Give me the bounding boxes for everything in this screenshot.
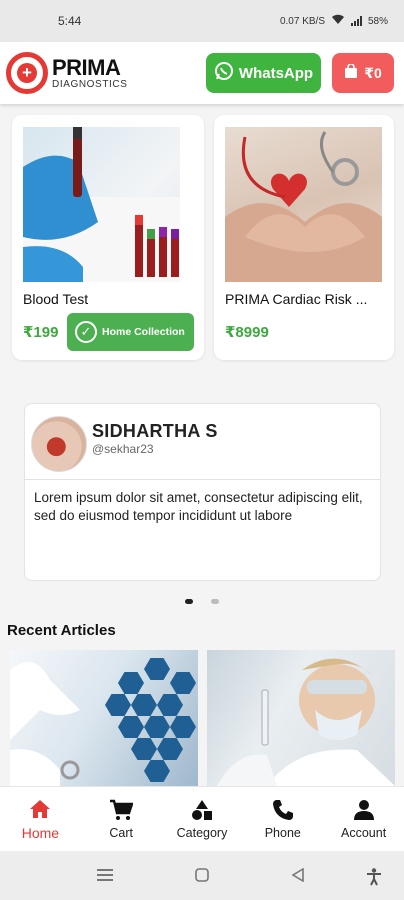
article-card[interactable] <box>10 650 198 786</box>
signal-icon <box>350 16 362 26</box>
nav-label: Category <box>176 825 228 840</box>
whatsapp-button[interactable]: WhatsApp <box>206 53 321 93</box>
shopping-bag-icon <box>344 63 358 82</box>
brand-logo[interactable]: + PRIMA DIAGNOSTICS <box>6 52 128 94</box>
recent-apps-icon[interactable] <box>97 868 113 887</box>
nav-cart[interactable]: Cart <box>81 787 162 851</box>
test-price: ₹8999 <box>225 324 269 341</box>
nav-label: Home <box>21 824 60 841</box>
test-price: ₹199 <box>23 324 59 341</box>
cart-total: ₹0 <box>364 64 382 81</box>
app-header: + PRIMA DIAGNOSTICS WhatsApp ₹0 <box>0 42 404 104</box>
bottom-navigation: Home Cart Category Phone Account <box>0 786 404 851</box>
brand-subtitle: DIAGNOSTICS <box>52 78 128 90</box>
cardiac-test-image <box>225 127 382 282</box>
header-cart-button[interactable]: ₹0 <box>332 53 394 93</box>
testimonial-card[interactable]: SIDHARTHA S @sekhar23 Lorem ipsum dolor … <box>24 403 381 581</box>
phone-icon <box>272 799 294 821</box>
cart-icon <box>109 799 134 821</box>
nav-account[interactable]: Account <box>323 787 404 851</box>
divider <box>25 479 380 480</box>
avatar <box>31 416 87 472</box>
account-icon <box>353 799 374 821</box>
back-icon[interactable] <box>291 867 305 887</box>
testimonial-text: Lorem ipsum dolor sit amet, consectetur … <box>34 490 363 523</box>
category-icon <box>191 799 213 821</box>
whatsapp-icon <box>214 61 234 85</box>
nav-label: Cart <box>109 825 133 840</box>
carousel-indicator <box>185 599 219 604</box>
article-image <box>217 658 395 786</box>
wifi-icon <box>331 14 345 28</box>
testimonial-name: SIDHARTHA S <box>92 421 218 441</box>
nav-phone[interactable]: Phone <box>242 787 323 851</box>
nav-label: Account <box>341 825 387 840</box>
test-title: PRIMA Cardiac Risk ... <box>225 291 368 307</box>
home-icon <box>29 798 51 820</box>
home-system-icon[interactable] <box>195 868 209 887</box>
testimonial-handle: @sekhar23 <box>92 442 154 456</box>
logo-icon: + <box>6 52 48 94</box>
status-indicators: 0.07 KB/S 58% <box>280 14 388 28</box>
test-title: Blood Test <box>23 291 89 307</box>
data-speed: 0.07 KB/S <box>279 15 325 27</box>
accessibility-icon[interactable] <box>366 868 382 891</box>
brand-name: PRIMA <box>52 54 121 80</box>
nav-home[interactable]: Home <box>0 787 81 851</box>
carousel-dot-active[interactable] <box>185 599 193 604</box>
article-card[interactable] <box>207 650 395 786</box>
section-title-recent-articles: Recent Articles <box>7 622 116 639</box>
blood-test-image <box>23 127 180 282</box>
status-time: 5:44 <box>58 14 82 28</box>
system-navigation-bar <box>0 851 404 900</box>
nav-category[interactable]: Category <box>162 787 243 851</box>
home-collection-button[interactable]: ✓ Home Collection <box>67 313 194 351</box>
nav-label: Phone <box>264 825 301 840</box>
article-image <box>10 662 80 786</box>
test-card-blood-test[interactable]: Blood Test ₹199 ✓ Home Collection <box>12 115 204 360</box>
carousel-dot[interactable] <box>211 599 219 604</box>
test-card-cardiac-risk[interactable]: PRIMA Cardiac Risk ... ₹8999 <box>214 115 394 360</box>
status-bar: 5:44 0.07 KB/S 58% <box>0 0 404 42</box>
battery-level: 58% <box>367 15 388 27</box>
check-circle-icon: ✓ <box>75 321 97 343</box>
home-collection-label: Home Collection <box>102 326 185 338</box>
whatsapp-label: WhatsApp <box>238 64 314 82</box>
